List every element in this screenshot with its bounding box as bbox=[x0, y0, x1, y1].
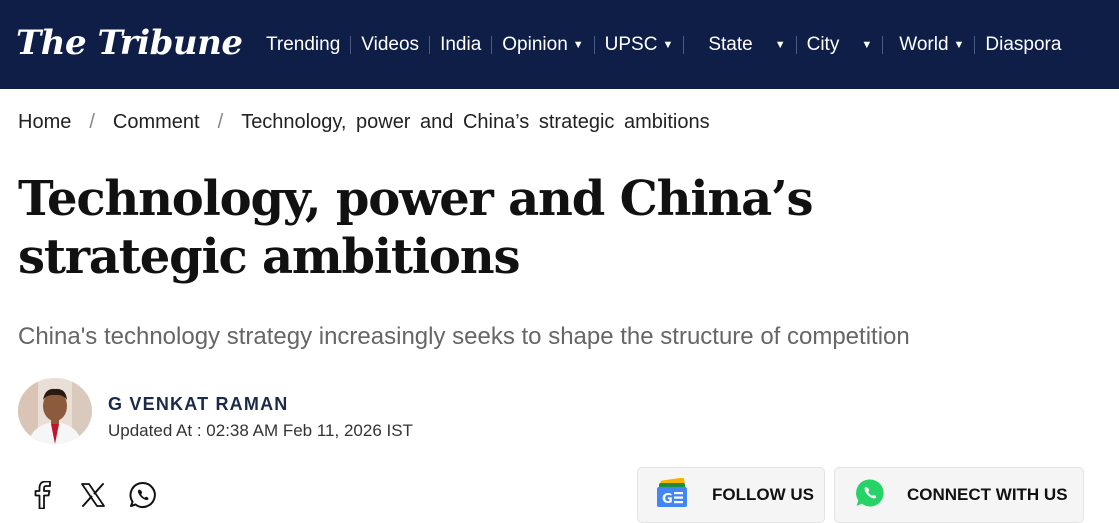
connect-with-us-label: CONNECT WITH US bbox=[907, 485, 1068, 504]
nav-item-label: Trending bbox=[266, 33, 341, 55]
follow-us-label: FOLLOW US bbox=[712, 485, 814, 504]
connect-with-us-button[interactable]: CONNECT WITH US bbox=[834, 467, 1084, 523]
whatsapp-logo-icon bbox=[855, 478, 885, 513]
caret-down-icon: ▼ bbox=[662, 38, 674, 51]
site-header: The Tribune Trending Videos India Opinio… bbox=[0, 0, 1119, 89]
caret-down-icon: ▼ bbox=[953, 38, 965, 51]
caret-down-icon: ▼ bbox=[774, 38, 786, 51]
share-bar bbox=[28, 478, 178, 512]
updated-timestamp: Updated At : 02:38 AM Feb 11, 2026 IST bbox=[108, 421, 413, 440]
breadcrumb-separator: / bbox=[89, 111, 95, 133]
nav-item-label: State bbox=[708, 33, 753, 55]
nav-item-label: UPSC bbox=[604, 33, 658, 55]
article-subtitle: China's technology strategy increasingly… bbox=[18, 323, 910, 350]
x-icon[interactable] bbox=[78, 478, 108, 512]
nav-item-label: Videos bbox=[361, 33, 420, 55]
author-avatar[interactable] bbox=[18, 378, 92, 444]
caret-down-icon: ▼ bbox=[861, 38, 873, 51]
breadcrumb-separator: / bbox=[217, 111, 224, 133]
breadcrumb-current: Technology, power and China’s strategic … bbox=[241, 111, 710, 133]
follow-us-button[interactable]: G FOLLOW US bbox=[637, 467, 825, 523]
svg-text:G: G bbox=[662, 492, 673, 507]
nav-item-upsc[interactable]: UPSC ▼ bbox=[595, 0, 684, 89]
facebook-icon[interactable] bbox=[28, 478, 58, 512]
nav-item-label: Opinion bbox=[502, 33, 568, 55]
nav-item-videos[interactable]: Videos bbox=[351, 0, 429, 89]
google-news-icon: G bbox=[656, 477, 690, 513]
site-logo[interactable]: The Tribune bbox=[16, 20, 243, 66]
whatsapp-icon[interactable] bbox=[128, 478, 158, 512]
nav-item-label: City bbox=[806, 33, 840, 55]
breadcrumb-comment[interactable]: Comment bbox=[113, 111, 200, 134]
main-nav: Trending Videos India Opinion ▼ UPSC ▼ S… bbox=[256, 0, 1071, 89]
author-name[interactable]: G VENKAT RAMAN bbox=[108, 394, 288, 415]
nav-item-india[interactable]: India bbox=[430, 0, 491, 89]
caret-down-icon: ▼ bbox=[572, 38, 584, 51]
nav-item-label: Diaspora bbox=[985, 33, 1062, 55]
article-title: Technology, power and China’s strategic … bbox=[18, 171, 814, 285]
breadcrumb-home[interactable]: Home bbox=[18, 111, 71, 134]
nav-item-world[interactable]: World ▼ bbox=[883, 0, 974, 89]
nav-item-label: World bbox=[899, 33, 949, 55]
nav-item-city[interactable]: City ▼ bbox=[797, 0, 883, 89]
nav-item-diaspora[interactable]: Diaspora bbox=[975, 0, 1071, 89]
nav-item-state[interactable]: State ▼ bbox=[684, 0, 795, 89]
nav-item-opinion[interactable]: Opinion ▼ bbox=[492, 0, 593, 89]
author-photo bbox=[18, 378, 92, 444]
nav-item-label: India bbox=[440, 33, 482, 55]
breadcrumb: Home / Comment / Technology, power and C… bbox=[18, 111, 710, 134]
nav-item-trending[interactable]: Trending bbox=[256, 0, 350, 89]
